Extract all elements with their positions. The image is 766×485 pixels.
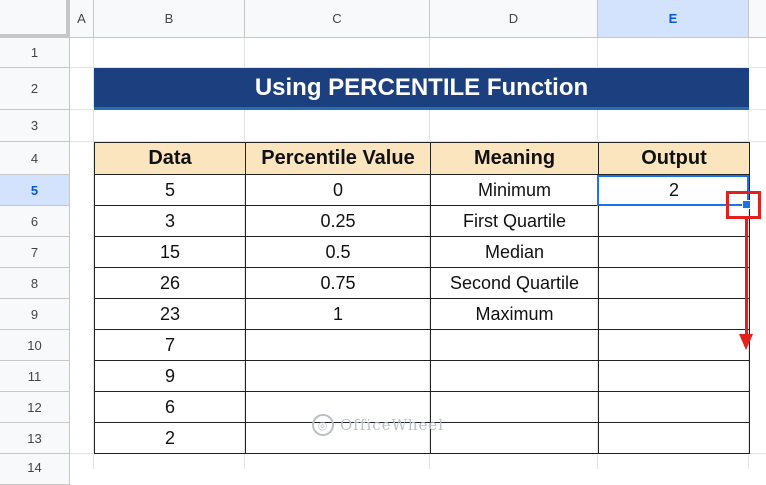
- column-header-f[interactable]: [749, 0, 766, 38]
- select-all-corner[interactable]: [0, 0, 70, 38]
- row-header-7[interactable]: 7: [0, 237, 70, 268]
- cell-b8[interactable]: 26: [94, 267, 246, 299]
- row-header-6[interactable]: 6: [0, 206, 70, 237]
- cell-d8[interactable]: Second Quartile: [430, 267, 599, 299]
- cell-c11[interactable]: [245, 360, 431, 392]
- row-header-3[interactable]: 3: [0, 110, 70, 142]
- cell-c6[interactable]: 0.25: [245, 205, 431, 237]
- column-header-e[interactable]: E: [598, 0, 749, 38]
- row-header-10[interactable]: 10: [0, 330, 70, 361]
- table-row: 23 1 Maximum: [94, 298, 750, 330]
- row-header-12[interactable]: 12: [0, 392, 70, 423]
- row-header-8[interactable]: 8: [0, 268, 70, 299]
- table-row: 26 0.75 Second Quartile: [94, 267, 750, 299]
- cell-d13[interactable]: [430, 422, 599, 454]
- cell-b7[interactable]: 15: [94, 236, 246, 268]
- cell-d10[interactable]: [430, 329, 599, 361]
- cell-c5[interactable]: 0: [245, 174, 431, 206]
- cell-b6[interactable]: 3: [94, 205, 246, 237]
- cell-b10[interactable]: 7: [94, 329, 246, 361]
- row-header-11[interactable]: 11: [0, 361, 70, 392]
- column-header-d[interactable]: D: [430, 0, 598, 38]
- column-header-b[interactable]: B: [94, 0, 245, 38]
- table-row: 15 0.5 Median: [94, 236, 750, 268]
- cell-d12[interactable]: [430, 391, 599, 423]
- drag-arrow-head-icon: [739, 334, 753, 350]
- table-row: 9: [94, 360, 750, 392]
- cell-d7[interactable]: Median: [430, 236, 599, 268]
- header-percentile-value[interactable]: Percentile Value: [245, 142, 431, 175]
- column-header-c[interactable]: C: [245, 0, 430, 38]
- row-header-13[interactable]: 13: [0, 423, 70, 454]
- header-meaning[interactable]: Meaning: [430, 142, 599, 175]
- row-header-1[interactable]: 1: [0, 38, 70, 68]
- row-header-4[interactable]: 4: [0, 142, 70, 175]
- header-data[interactable]: Data: [94, 142, 246, 175]
- cell-e11[interactable]: [598, 360, 750, 392]
- cell-e9[interactable]: [598, 298, 750, 330]
- cell-e7[interactable]: [598, 236, 750, 268]
- row-header-2[interactable]: 2: [0, 68, 70, 110]
- fill-handle[interactable]: [742, 200, 751, 209]
- table-row: 3 0.25 First Quartile: [94, 205, 750, 237]
- cell-e8[interactable]: [598, 267, 750, 299]
- cell-b5[interactable]: 5: [94, 174, 246, 206]
- sheet-title[interactable]: Using PERCENTILE Function: [94, 68, 749, 110]
- row-header-14[interactable]: 14: [0, 454, 70, 485]
- officewheel-logo-icon: ◎: [312, 414, 334, 436]
- cell-e10[interactable]: [598, 329, 750, 361]
- cell-e13[interactable]: [598, 422, 750, 454]
- cell-b13[interactable]: 2: [94, 422, 246, 454]
- cell-d5[interactable]: Minimum: [430, 174, 599, 206]
- cell-b11[interactable]: 9: [94, 360, 246, 392]
- watermark: ◎ OfficeWheel: [312, 414, 444, 436]
- row-header-5[interactable]: 5: [0, 175, 70, 206]
- cell-b9[interactable]: 23: [94, 298, 246, 330]
- cell-d9[interactable]: Maximum: [430, 298, 599, 330]
- cell-c7[interactable]: 0.5: [245, 236, 431, 268]
- table-header-row: Data Percentile Value Meaning Output: [94, 142, 750, 175]
- cell-c9[interactable]: 1: [245, 298, 431, 330]
- cell-e12[interactable]: [598, 391, 750, 423]
- column-header-a[interactable]: A: [70, 0, 94, 38]
- cell-c10[interactable]: [245, 329, 431, 361]
- cell-b12[interactable]: 6: [94, 391, 246, 423]
- cell-d11[interactable]: [430, 360, 599, 392]
- header-output[interactable]: Output: [598, 142, 750, 175]
- cell-c8[interactable]: 0.75: [245, 267, 431, 299]
- row-header-9[interactable]: 9: [0, 299, 70, 330]
- table-row: 7: [94, 329, 750, 361]
- watermark-text: OfficeWheel: [340, 416, 445, 434]
- drag-arrow-shaft: [745, 219, 748, 339]
- cell-d6[interactable]: First Quartile: [430, 205, 599, 237]
